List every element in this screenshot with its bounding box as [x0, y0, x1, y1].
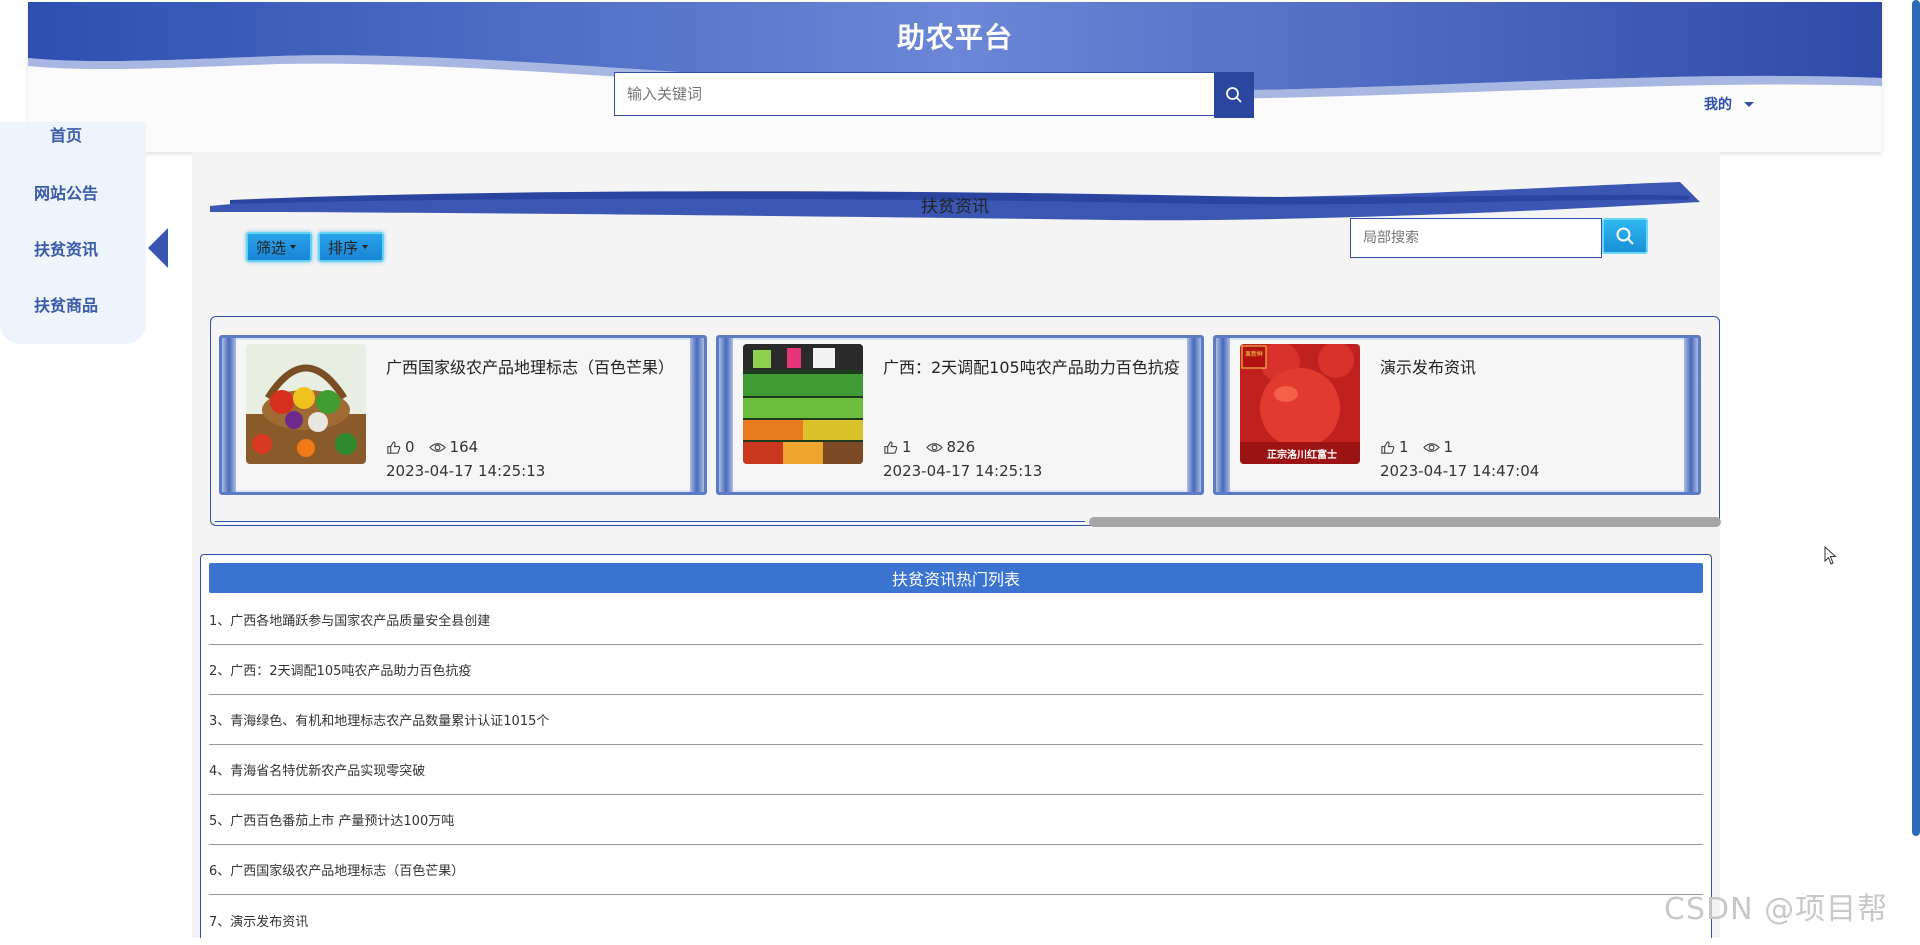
produce-shelves-image — [743, 344, 863, 464]
search-button[interactable] — [1214, 72, 1254, 118]
local-search-input[interactable] — [1350, 218, 1602, 258]
view-count: 164 — [449, 438, 479, 456]
section-title: 扶贫资讯 — [921, 197, 989, 217]
scrollbar-thumb[interactable] — [1089, 517, 1721, 527]
scroll-roller-left — [1216, 338, 1230, 492]
sort-label: 排序 — [328, 238, 359, 257]
news-thumbnail — [743, 344, 863, 464]
side-nav: 首页 网站公告 扶贫资讯 扶贫商品 — [0, 122, 146, 344]
filter-button[interactable]: 筛选 — [246, 232, 312, 262]
thumbs-up-icon[interactable] — [1380, 440, 1395, 455]
thumbs-up-icon[interactable] — [883, 440, 898, 455]
like-count: 1 — [902, 438, 912, 456]
like-count: 1 — [1399, 438, 1409, 456]
thumbs-up-icon[interactable] — [386, 440, 401, 455]
chevron-down-icon — [1744, 101, 1754, 107]
news-date: 2023-04-17 14:25:13 — [386, 462, 546, 480]
search-icon — [1226, 87, 1242, 103]
active-nav-indicator — [148, 228, 168, 268]
hot-list-item[interactable]: 4、青海省名特优新农产品实现零突破 — [209, 745, 1703, 795]
eye-icon — [925, 442, 943, 452]
main-content: 扶贫资讯 筛选 排序 局部搜索 广西国家级农产品地理标志（百色芒果） 0 164… — [192, 152, 1721, 938]
filter-label: 筛选 — [256, 238, 287, 257]
search-icon — [1616, 227, 1634, 245]
news-stats: 1 826 — [883, 438, 975, 456]
news-stats: 0 164 — [386, 438, 478, 456]
news-stats: 1 1 — [1380, 438, 1453, 456]
news-title: 演示发布资讯 — [1380, 358, 1477, 377]
news-title: 广西国家级农产品地理标志（百色芒果） — [386, 358, 675, 377]
mine-label: 我的 — [1704, 97, 1732, 113]
hot-list-item[interactable]: 1、广西各地踊跃参与国家农产品质量安全县创建 — [209, 595, 1703, 645]
news-date: 2023-04-17 14:25:13 — [883, 462, 1043, 480]
scroll-roller-left — [719, 338, 733, 492]
hot-list-item[interactable]: 2、广西：2天调配105吨农产品助力百色抗疫 — [209, 645, 1703, 695]
hot-list-title: 扶贫资讯热门列表 — [209, 563, 1703, 593]
sidebar-item-poverty-news[interactable]: 扶贫资讯 — [0, 236, 132, 260]
news-card[interactable]: 果新鲜 正宗洛川红富士 演示发布资讯 1 1 2023-04-17 14:47:… — [1213, 335, 1701, 495]
page-scrollbar[interactable] — [1912, 0, 1920, 836]
eye-icon — [428, 442, 446, 452]
news-card[interactable]: 广西：2天调配105吨农产品助力百色抗疫 1 826 2023-04-17 14… — [716, 335, 1204, 495]
view-count: 826 — [946, 438, 976, 456]
like-count: 0 — [405, 438, 415, 456]
local-search-button[interactable] — [1602, 218, 1648, 254]
red-apple-image: 果新鲜 正宗洛川红富士 — [1240, 344, 1360, 464]
scrollbar-track — [215, 521, 1085, 522]
eye-icon — [1422, 442, 1440, 452]
image-badge-text: 果新鲜 — [1245, 350, 1263, 358]
chevron-down-icon — [362, 245, 369, 249]
hot-list-item[interactable]: 6、广西国家级农产品地理标志（百色芒果） — [209, 845, 1703, 895]
news-carousel: 广西国家级农产品地理标志（百色芒果） 0 164 2023-04-17 14:2… — [210, 316, 1721, 527]
news-date: 2023-04-17 14:47:04 — [1380, 462, 1540, 480]
vegetable-basket-image — [246, 344, 366, 464]
carousel-scrollbar[interactable] — [211, 517, 1721, 527]
news-card[interactable]: 广西国家级农产品地理标志（百色芒果） 0 164 2023-04-17 14:2… — [219, 335, 707, 495]
mine-dropdown[interactable]: 我的 — [1704, 94, 1754, 114]
hot-list-item[interactable]: 5、广西百色番茄上市 产量预计达100万吨 — [209, 795, 1703, 845]
sort-button[interactable]: 排序 — [318, 232, 384, 262]
section-header: 扶贫资讯 — [210, 166, 1700, 226]
view-count: 1 — [1443, 438, 1454, 456]
news-thumbnail — [246, 344, 366, 464]
scroll-roller-left — [222, 338, 236, 492]
watermark: CSDN @项目帮 — [1664, 892, 1889, 927]
image-caption-text: 正宗洛川红富士 — [1267, 448, 1337, 461]
hot-list-item[interactable]: 3、青海绿色、有机和地理标志农产品数量累计认证1015个 — [209, 695, 1703, 745]
sidebar-item-announcements[interactable]: 网站公告 — [0, 180, 132, 204]
site-header: 助农平台 我的 — [28, 2, 1882, 152]
global-search — [614, 72, 1254, 118]
mouse-cursor-icon — [1824, 546, 1837, 565]
sidebar-item-poverty-goods[interactable]: 扶贫商品 — [0, 292, 132, 316]
hot-news-panel: 扶贫资讯热门列表 1、广西各地踊跃参与国家农产品质量安全县创建 2、广西：2天调… — [200, 554, 1712, 938]
news-thumbnail: 果新鲜 正宗洛川红富士 — [1240, 344, 1360, 464]
news-title: 广西：2天调配105吨农产品助力百色抗疫 — [883, 358, 1180, 377]
sidebar-item-home[interactable]: 首页 — [0, 122, 132, 146]
chevron-down-icon — [290, 245, 297, 249]
search-input[interactable] — [614, 72, 1214, 116]
site-title: 助农平台 — [896, 21, 1013, 54]
